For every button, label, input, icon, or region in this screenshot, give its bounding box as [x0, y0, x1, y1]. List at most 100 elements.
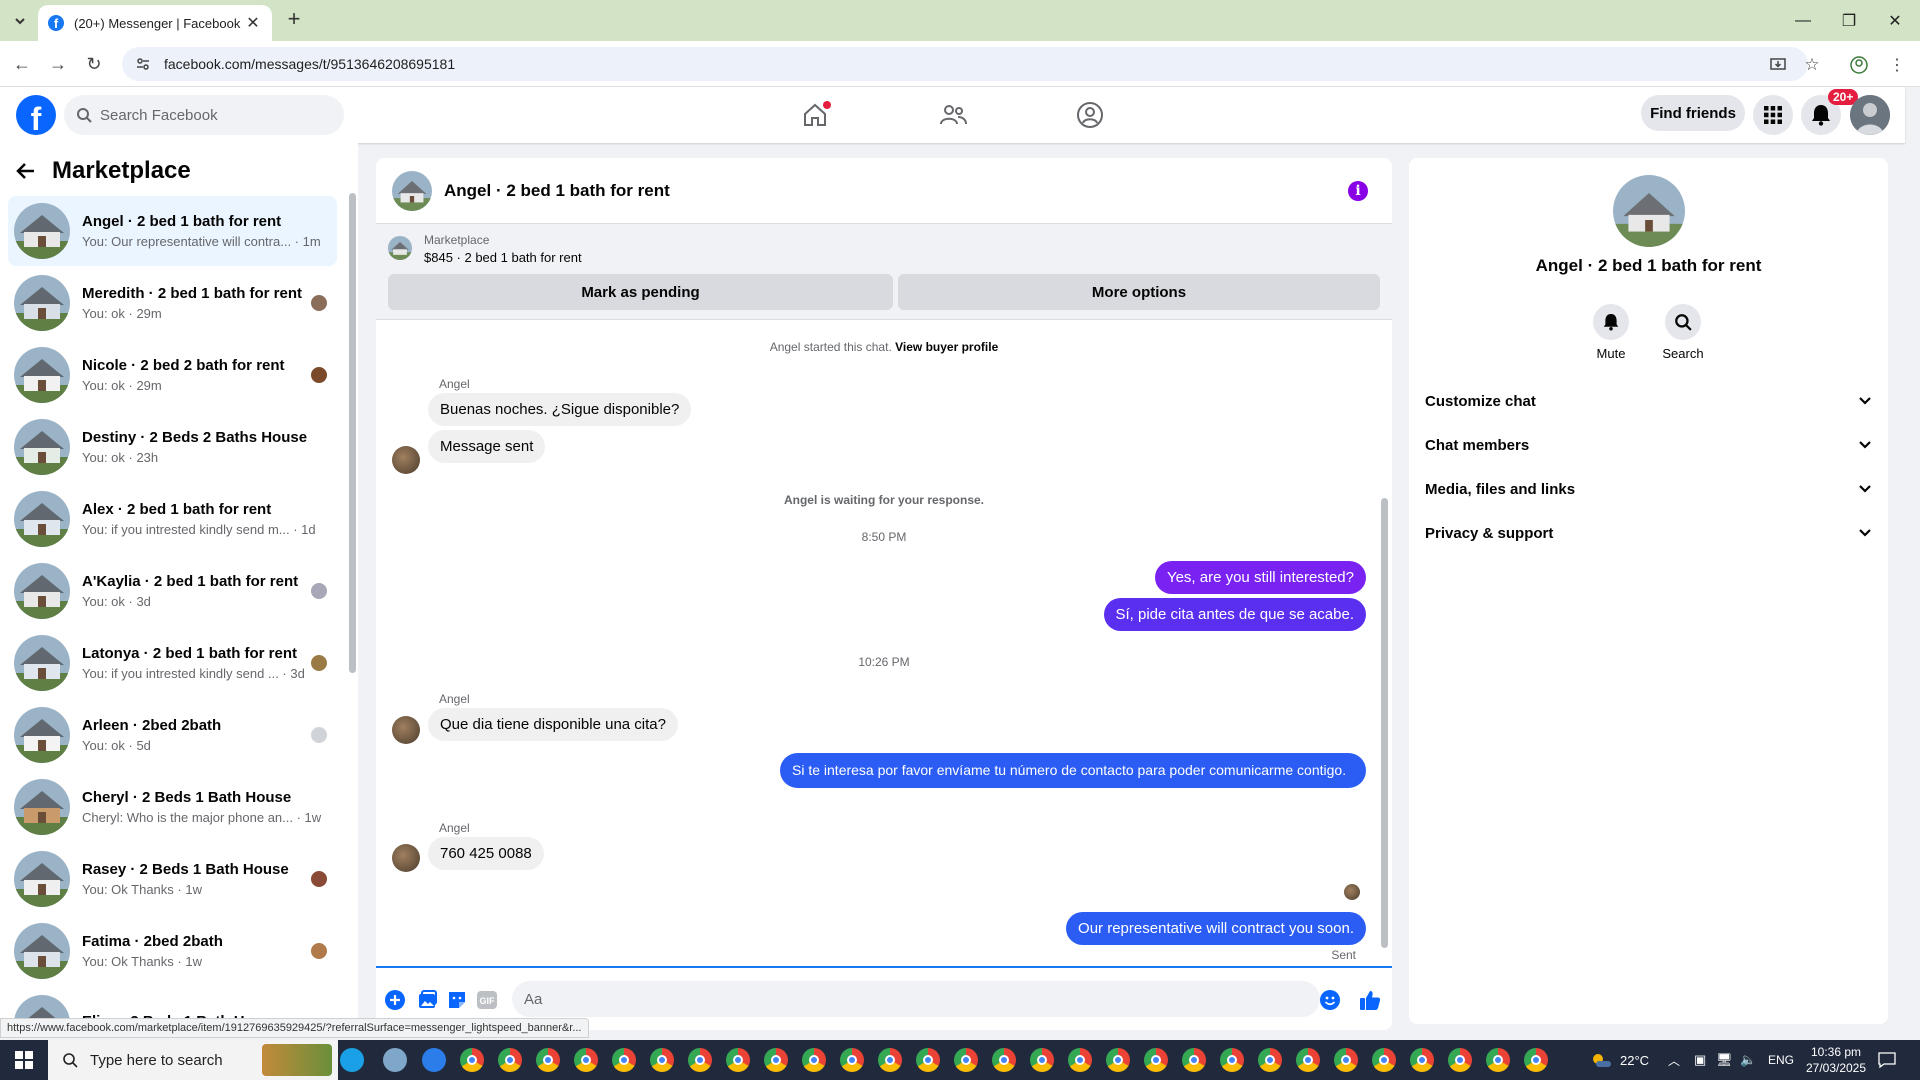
message-incoming[interactable]: 760 425 0088 — [428, 837, 544, 870]
marketplace-listing-banner[interactable]: Marketplace $845 · 2 bed 1 bath for rent… — [376, 224, 1392, 320]
network-icon[interactable]: 🖥 — [1716, 1040, 1733, 1080]
conversation-item[interactable]: Fatima · 2bed 2bath You: Ok Thanks · 1w — [8, 916, 337, 986]
chrome-window-icon[interactable] — [1334, 1048, 1358, 1072]
back-arrow-icon[interactable] — [16, 161, 36, 181]
chrome-window-icon[interactable] — [1220, 1048, 1244, 1072]
groups-icon[interactable] — [1074, 99, 1106, 131]
browser-tab-active[interactable]: f (20+) Messenger | Facebook ✕ — [38, 5, 272, 41]
install-app-icon[interactable] — [1769, 56, 1787, 74]
sticker-icon[interactable] — [446, 989, 468, 1011]
thumbs-up-icon[interactable] — [1359, 989, 1381, 1011]
message-outgoing[interactable]: Yes, are you still interested? — [1154, 561, 1366, 594]
mute-button[interactable]: Mute — [1581, 304, 1641, 361]
conversation-item[interactable]: Latonya · 2 bed 1 bath for rent You: if y… — [8, 628, 337, 698]
profile-icon[interactable] — [1850, 56, 1868, 74]
customize-chat-section[interactable]: Customize chat — [1425, 379, 1872, 423]
chrome-window-icon[interactable] — [1524, 1048, 1548, 1072]
chrome-window-icon[interactable] — [802, 1048, 826, 1072]
volume-icon[interactable]: 🔈 — [1740, 1040, 1756, 1080]
minimize-icon[interactable]: — — [1780, 0, 1826, 41]
sidebar-scrollbar[interactable] — [349, 193, 356, 673]
language-indicator[interactable]: ENG — [1768, 1040, 1794, 1080]
account-avatar[interactable] — [1850, 95, 1890, 135]
forward-icon[interactable]: → — [46, 52, 70, 76]
message-outgoing[interactable]: Si te interesa por favor envíame tu núme… — [780, 753, 1366, 788]
info-icon[interactable]: i — [1348, 181, 1368, 201]
chrome-window-icon[interactable] — [460, 1048, 484, 1072]
back-icon[interactable]: ← — [10, 52, 34, 76]
tab-search-icon[interactable] — [8, 9, 32, 33]
chrome-window-icon[interactable] — [1296, 1048, 1320, 1072]
conversation-item[interactable]: Angel · 2 bed 1 bath for rent You: Our re… — [8, 196, 337, 266]
tray-camera-icon[interactable]: ▣ — [1694, 1040, 1706, 1080]
sender-avatar[interactable] — [392, 446, 420, 474]
chat-avatar[interactable] — [392, 170, 432, 211]
browser-menu-icon[interactable]: ⋮ — [1888, 56, 1906, 74]
chrome-window-icon[interactable] — [840, 1048, 864, 1072]
clock[interactable]: 10:36 pm 27/03/2025 — [1806, 1040, 1866, 1080]
chrome-window-icon[interactable] — [1144, 1048, 1168, 1072]
conversation-item[interactable]: Meredith · 2 bed 1 bath for rent You: ok … — [8, 268, 337, 338]
chrome-window-icon[interactable] — [916, 1048, 940, 1072]
sender-avatar[interactable] — [392, 716, 420, 744]
privacy-support-section[interactable]: Privacy & support — [1425, 511, 1872, 555]
chrome-window-icon[interactable] — [1486, 1048, 1510, 1072]
bookmark-star-icon[interactable]: ☆ — [1803, 55, 1821, 74]
details-avatar[interactable] — [1613, 175, 1685, 247]
chrome-window-icon[interactable] — [612, 1048, 636, 1072]
chrome-window-icon[interactable] — [650, 1048, 674, 1072]
chrome-window-icon[interactable] — [954, 1048, 978, 1072]
sender-avatar[interactable] — [392, 844, 420, 872]
conversation-item[interactable]: Arleen · 2bed 2bath You: ok · 5d — [8, 700, 337, 770]
chrome-window-icon[interactable] — [992, 1048, 1016, 1072]
chrome-window-icon[interactable] — [726, 1048, 750, 1072]
conversation-item[interactable]: A'Kaylia · 2 bed 1 bath for rent You: ok … — [8, 556, 337, 626]
emoji-icon[interactable] — [1319, 989, 1341, 1011]
chrome-window-icon[interactable] — [1258, 1048, 1282, 1072]
media-files-links-section[interactable]: Media, files and links — [1425, 467, 1872, 511]
home-icon[interactable] — [799, 99, 831, 131]
message-incoming[interactable]: Message sent — [428, 430, 546, 463]
message-incoming[interactable]: Buenas noches. ¿Sigue disponible? — [428, 393, 692, 426]
address-bar[interactable]: facebook.com/messages/t/9513646208695181 — [122, 47, 1808, 81]
chrome-window-icon[interactable] — [1372, 1048, 1396, 1072]
chrome-window-icon[interactable] — [536, 1048, 560, 1072]
mark-as-pending-button[interactable]: Mark as pending — [388, 274, 893, 310]
view-buyer-profile-link[interactable]: View buyer profile — [895, 340, 998, 354]
restore-icon[interactable]: ❐ — [1826, 0, 1872, 41]
message-outgoing[interactable]: Sí, pide cita antes de que se acabe. — [1103, 598, 1366, 631]
message-outgoing[interactable]: Our representative will contract you soo… — [1066, 912, 1366, 945]
chrome-window-icon[interactable] — [878, 1048, 902, 1072]
chat-members-section[interactable]: Chat members — [1425, 423, 1872, 467]
site-info-icon[interactable] — [136, 57, 150, 71]
windows-start-icon[interactable] — [0, 1040, 48, 1080]
chrome-window-icon[interactable] — [764, 1048, 788, 1072]
new-tab-button[interactable]: + — [282, 8, 306, 32]
conversation-item[interactable]: Nicole · 2 bed 2 bath for rent You: ok · … — [8, 340, 337, 410]
conversation-item[interactable]: Alex · 2 bed 1 bath for rent You: if you … — [8, 484, 337, 554]
conversation-item[interactable]: Destiny · 2 Beds 2 Baths House You: ok · … — [8, 412, 337, 482]
edge-icon[interactable] — [340, 1048, 364, 1072]
app-icon[interactable] — [383, 1048, 407, 1072]
chrome-window-icon[interactable] — [1068, 1048, 1092, 1072]
conversation-item[interactable]: Rasey · 2 Beds 1 Bath House You: Ok Thank… — [8, 844, 337, 914]
friends-icon[interactable] — [937, 99, 969, 131]
menu-grid-icon[interactable] — [1753, 95, 1793, 135]
reload-icon[interactable]: ↻ — [82, 52, 106, 76]
chrome-window-icon[interactable] — [1030, 1048, 1054, 1072]
facebook-logo[interactable]: f — [16, 95, 56, 135]
find-friends-button[interactable]: Find friends — [1641, 95, 1745, 131]
plus-circle-icon[interactable] — [384, 989, 406, 1011]
conversation-item[interactable]: Cheryl · 2 Beds 1 Bath House Cheryl: Who … — [8, 772, 337, 842]
photo-icon[interactable] — [416, 989, 438, 1011]
gif-icon[interactable]: GIF — [476, 989, 498, 1011]
chrome-window-icon[interactable] — [688, 1048, 712, 1072]
chrome-window-icon[interactable] — [498, 1048, 522, 1072]
close-window-icon[interactable]: ✕ — [1872, 0, 1918, 41]
search-in-chat-button[interactable]: Search — [1653, 304, 1713, 361]
message-incoming[interactable]: Que dia tiene disponible una cita? — [428, 708, 678, 741]
chrome-window-icon[interactable] — [1106, 1048, 1130, 1072]
facebook-search[interactable]: Search Facebook — [64, 95, 344, 135]
download-icon[interactable] — [422, 1048, 446, 1072]
tab-close-icon[interactable]: ✕ — [244, 13, 262, 33]
